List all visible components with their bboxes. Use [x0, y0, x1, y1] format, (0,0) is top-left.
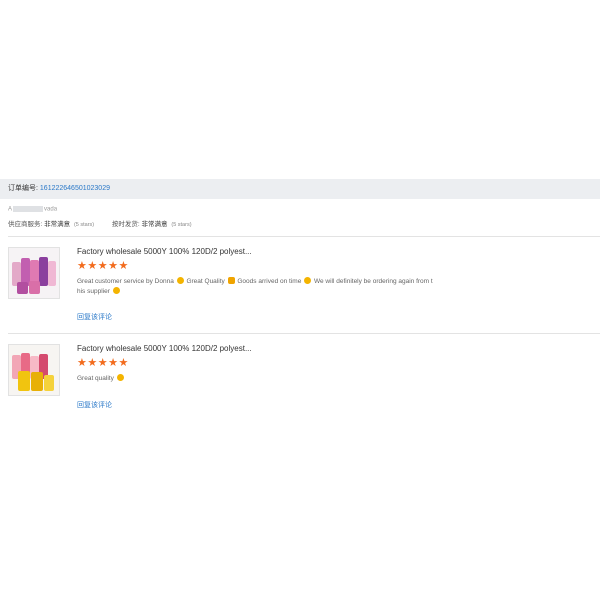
order-number-label: 订单编号:: [8, 185, 38, 192]
thumbs-up-emoji-icon: [227, 277, 235, 284]
order-number-link[interactable]: 161222646501023029: [40, 185, 110, 192]
product-thumbnail[interactable]: [8, 247, 60, 299]
delivery-label: 按时发货:: [111, 221, 140, 228]
star-icon: ★: [118, 357, 129, 369]
money-bag-emoji-icon: [176, 277, 184, 284]
product-thumbnail[interactable]: [8, 344, 60, 396]
supplier-service-count: (5 stars): [73, 222, 95, 228]
star-icon: ★: [87, 357, 98, 369]
star-rating: ★★★★★: [77, 261, 129, 272]
star-icon: ★: [118, 260, 129, 272]
section-divider: [8, 236, 600, 237]
review-divider: [8, 333, 600, 334]
review-comment: Great quality: [77, 374, 433, 384]
supplier-service-label: 供应商服务:: [8, 221, 43, 228]
smiley-emoji-icon: [112, 287, 120, 294]
star-icon: ★: [108, 260, 119, 272]
comment-text: Great quality: [77, 375, 114, 382]
review-comment: Great customer service by Donna Great Qu…: [77, 277, 433, 297]
yellow-pink-thread-spools-icon: [9, 345, 59, 395]
star-icon: ★: [77, 357, 88, 369]
supplier-service-value: 非常满意: [44, 221, 71, 228]
star-icon: ★: [87, 260, 98, 272]
buyer-name-end: vada: [44, 206, 58, 213]
buyer-name-start: A: [8, 206, 13, 213]
delivery-count: (5 stars): [171, 222, 192, 228]
buyer-name-redacted: [13, 206, 44, 212]
star-icon: ★: [77, 260, 88, 272]
money-bag-emoji-icon: [116, 374, 124, 381]
order-ratings: 供应商服务: 非常满意 (5 stars) 按时发货: 非常满意 (5 star…: [8, 218, 192, 228]
pink-purple-thread-spools-icon: [9, 248, 59, 298]
star-icon: ★: [108, 357, 119, 369]
reply-to-review-link[interactable]: 回复该评论: [77, 312, 112, 322]
comment-text: Great Quality: [186, 278, 225, 285]
star-icon: ★: [97, 357, 109, 369]
reply-to-review-link[interactable]: 回复该评论: [77, 400, 112, 410]
star-rating: ★★★★★: [77, 358, 129, 369]
order-header: 订单编号: 161222646501023029: [0, 179, 600, 199]
delivery-value: 非常满意: [141, 221, 168, 228]
star-icon: ★: [97, 260, 109, 272]
money-bag-emoji-icon: [304, 277, 312, 284]
comment-text: Great customer service by Donna: [77, 278, 174, 285]
buyer-name: Avada: [8, 206, 57, 213]
product-title[interactable]: Factory wholesale 5000Y 100% 120D/2 poly…: [77, 247, 252, 256]
comment-text: Goods arrived on time: [237, 278, 302, 285]
product-title[interactable]: Factory wholesale 5000Y 100% 120D/2 poly…: [77, 344, 252, 353]
